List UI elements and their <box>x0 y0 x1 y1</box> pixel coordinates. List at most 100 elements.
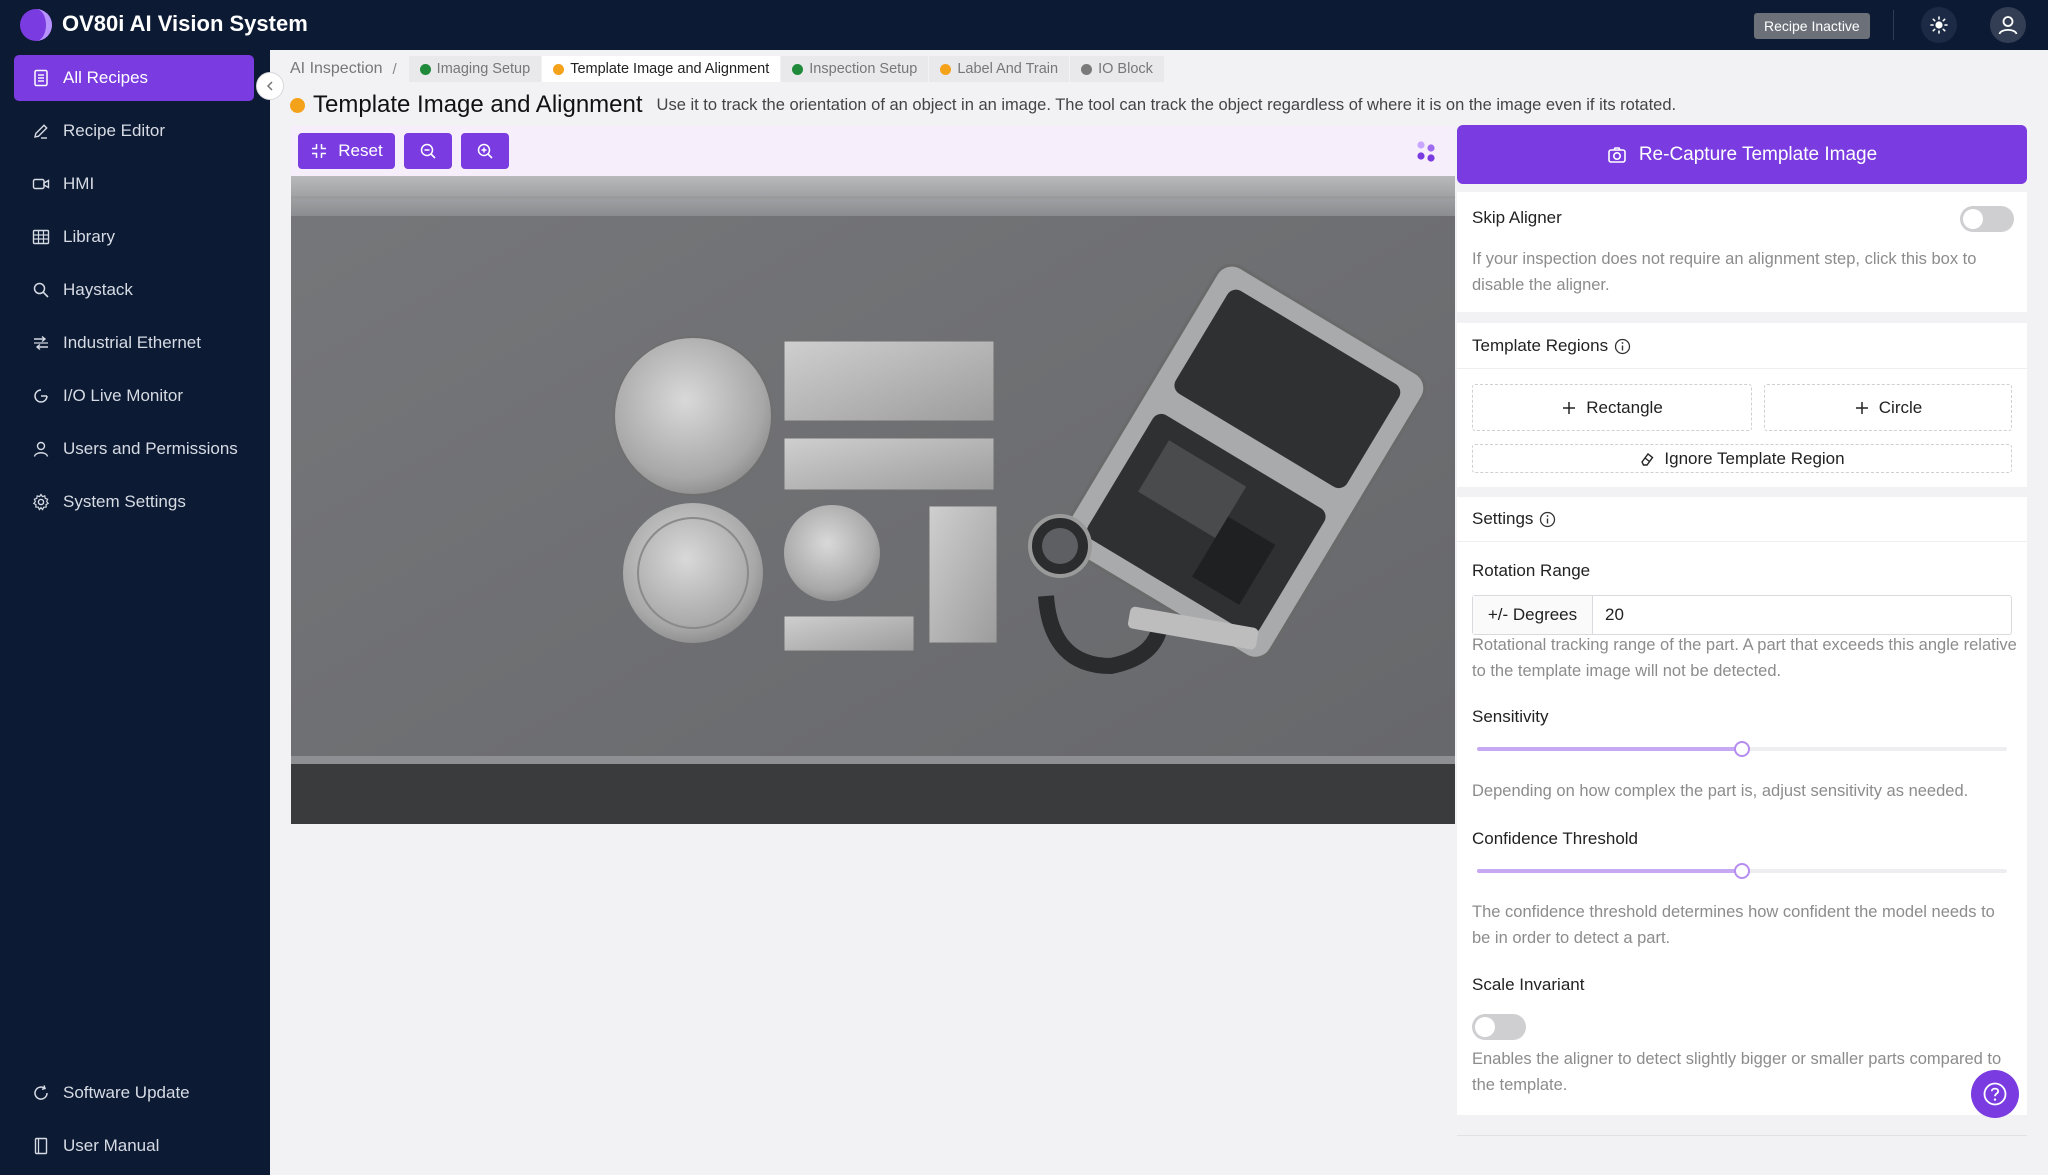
eraser-icon <box>1641 452 1654 466</box>
template-regions-card: Template Regions Rectangle Circle Ignore… <box>1457 323 2027 487</box>
zoom-in-icon <box>477 143 493 159</box>
collapse-arrows-icon <box>312 144 327 158</box>
status-dot <box>419 63 431 75</box>
rotation-range-input[interactable]: 20 <box>1593 596 2011 634</box>
zoom-out-icon <box>420 143 436 159</box>
sensitivity-slider[interactable] <box>1477 739 2007 759</box>
slider-handle[interactable] <box>1734 863 1750 879</box>
info-icon[interactable] <box>1614 338 1631 355</box>
plus-icon <box>1855 401 1868 414</box>
skip-aligner-card: Skip Aligner If your inspection does not… <box>1457 192 2027 312</box>
gear-icon <box>32 493 50 511</box>
loading-dots-icon <box>1417 141 1435 162</box>
page-title: Template Image and Alignment <box>313 91 643 118</box>
theme-toggle-button[interactable] <box>1921 7 1957 43</box>
rotation-range-help: Rotational tracking range of the part. A… <box>1472 636 2017 680</box>
sidebar-item-label: Users and Permissions <box>63 439 238 458</box>
sidebar-item-haystack[interactable]: Haystack <box>14 267 254 313</box>
sidebar-item-label: Library <box>63 227 115 246</box>
video-icon <box>32 178 50 190</box>
sidebar-collapse-button[interactable] <box>256 72 284 100</box>
step-label: IO Block <box>1098 61 1153 77</box>
rotation-range-input-group: +/- Degrees 20 <box>1472 595 2012 635</box>
step-io-block[interactable]: IO Block <box>1070 56 1164 82</box>
page-header: Template Image and Alignment Use it to t… <box>290 90 1676 120</box>
rotation-range-label: Rotation Range <box>1472 561 1591 580</box>
status-dot <box>553 63 565 75</box>
app-logo-icon <box>20 9 52 41</box>
ignore-label: Ignore Template Region <box>1664 448 1845 468</box>
template-photo <box>291 176 1455 824</box>
sidebar-item-industrial-ethernet[interactable]: Industrial Ethernet <box>14 320 254 366</box>
confidence-threshold-slider[interactable] <box>1477 861 2007 881</box>
slider-track <box>1477 869 1742 873</box>
reset-button[interactable]: Reset <box>298 133 395 169</box>
info-icon[interactable] <box>1539 511 1556 528</box>
sidebar-item-io-live-monitor[interactable]: I/O Live Monitor <box>14 373 254 419</box>
reset-label: Reset <box>338 141 383 160</box>
plus-icon <box>1563 401 1576 414</box>
sidebar-item-label: Industrial Ethernet <box>63 333 201 352</box>
sidebar-item-label: I/O Live Monitor <box>63 386 183 405</box>
card-divider <box>1457 368 2027 369</box>
template-regions-header: Template Regions <box>1472 336 1631 356</box>
circle-label: Circle <box>1878 397 1923 417</box>
step-inspection-setup[interactable]: Inspection Setup <box>781 56 929 82</box>
sidebar-item-software-update[interactable]: Software Update <box>14 1070 254 1116</box>
bottom-divider <box>1457 1135 2027 1136</box>
skip-aligner-toggle[interactable] <box>1960 206 2014 232</box>
scale-invariant-help: Enables the aligner to detect slightly b… <box>1472 1050 2002 1094</box>
sidebar-item-system-settings[interactable]: System Settings <box>14 479 254 525</box>
app-title: OV80i AI Vision System <box>62 11 308 36</box>
skip-aligner-label: Skip Aligner <box>1472 208 1562 227</box>
step-label-and-train[interactable]: Label And Train <box>929 56 1070 82</box>
user-avatar-icon <box>1998 16 2018 35</box>
confidence-threshold-label: Confidence Threshold <box>1472 829 1639 848</box>
recapture-template-button[interactable]: Re-Capture Template Image <box>1457 125 2027 184</box>
top-bar: OV80i AI Vision System Recipe Inactive <box>0 0 2048 50</box>
zoom-in-button[interactable] <box>461 133 509 169</box>
camera-icon <box>1608 146 1626 163</box>
search-icon <box>33 282 49 298</box>
page-status-dot <box>290 97 305 113</box>
scale-invariant-toggle[interactable] <box>1472 1014 1526 1040</box>
zoom-out-button[interactable] <box>404 133 452 169</box>
step-label: Label And Train <box>957 61 1059 77</box>
breadcrumb-root[interactable]: AI Inspection <box>290 60 383 78</box>
toggle-knob <box>1963 209 1983 229</box>
status-dot <box>792 63 804 75</box>
status-dot <box>940 63 952 75</box>
sidebar-item-label: Software Update <box>63 1083 190 1102</box>
scale-invariant-label: Scale Invariant <box>1472 975 1585 994</box>
template-image-canvas[interactable] <box>291 176 1455 824</box>
add-rectangle-button[interactable]: Rectangle <box>1472 384 1752 431</box>
book-icon <box>34 1137 48 1155</box>
sidebar-item-user-manual[interactable]: User Manual <box>14 1123 254 1169</box>
step-imaging-setup[interactable]: Imaging Setup <box>408 56 542 82</box>
settings-title: Settings <box>1472 509 1534 528</box>
user-icon <box>33 441 49 457</box>
sensitivity-label: Sensitivity <box>1472 707 1549 726</box>
chevron-left-icon <box>266 81 273 91</box>
document-icon <box>34 69 48 87</box>
add-circle-button[interactable]: Circle <box>1764 384 2012 431</box>
step-label: Template Image and Alignment <box>570 61 770 77</box>
sidebar-item-recipe-editor[interactable]: Recipe Editor <box>14 108 254 154</box>
settings-header: Settings <box>1472 509 1556 529</box>
slider-track <box>1477 747 1742 751</box>
ignore-template-region-button[interactable]: Ignore Template Region <box>1472 444 2012 473</box>
question-icon <box>1983 1082 2007 1106</box>
user-menu-button[interactable] <box>1990 7 2026 43</box>
sidebar-item-label: All Recipes <box>63 68 149 87</box>
page-description: Use it to track the orientation of an ob… <box>656 95 1677 114</box>
sidebar-item-all-recipes[interactable]: All Recipes <box>14 55 254 101</box>
template-regions-title: Template Regions <box>1472 336 1609 355</box>
sidebar-item-hmi[interactable]: HMI <box>14 161 254 207</box>
step-template-image-alignment[interactable]: Template Image and Alignment <box>542 56 781 82</box>
sidebar-item-library[interactable]: Library <box>14 214 254 260</box>
help-button[interactable] <box>1971 1070 2019 1118</box>
skip-aligner-help: If your inspection does not require an a… <box>1472 250 1977 294</box>
sidebar-item-users-permissions[interactable]: Users and Permissions <box>14 426 254 472</box>
slider-handle[interactable] <box>1734 741 1750 757</box>
settings-card: Settings Rotation Range +/- Degrees 20 R… <box>1457 497 2027 1115</box>
